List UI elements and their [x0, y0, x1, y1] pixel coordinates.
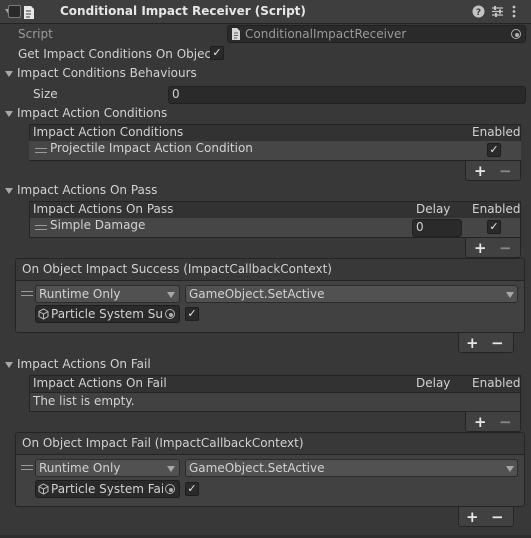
drag-handle-icon[interactable]: [21, 465, 33, 470]
success-event-title: On Object Impact Success (ImpactCallback…: [22, 262, 332, 276]
drag-handle-icon[interactable]: [35, 148, 47, 153]
cube-icon: [38, 483, 49, 495]
object-picker-icon[interactable]: [165, 309, 175, 319]
remove-button[interactable]: −: [499, 164, 512, 179]
foldout-icon[interactable]: [5, 71, 13, 77]
chevron-down-icon: [506, 292, 514, 298]
argument-checkbox[interactable]: ✓: [185, 307, 199, 321]
help-icon[interactable]: ?: [472, 5, 485, 18]
get-conditions-label: Get Impact Conditions On Object: [18, 47, 216, 61]
row-enabled-checkbox[interactable]: ✓: [487, 143, 501, 157]
object-picker-icon[interactable]: [165, 484, 175, 494]
drag-handle-icon[interactable]: [35, 225, 47, 230]
remove-button[interactable]: −: [499, 415, 512, 430]
column-enabled: Enabled: [472, 202, 521, 216]
row-name: Projectile Impact Action Condition: [50, 141, 253, 155]
runtime-mode-value: Runtime Only: [39, 287, 121, 301]
script-label: Script: [18, 27, 53, 41]
script-icon: [24, 6, 34, 19]
column-name: Impact Action Conditions: [33, 125, 184, 139]
add-button[interactable]: +: [466, 336, 479, 351]
chevron-down-icon: [506, 466, 514, 472]
action-conditions-label[interactable]: Impact Action Conditions: [17, 106, 167, 120]
add-button[interactable]: +: [466, 510, 479, 525]
argument-checkbox[interactable]: ✓: [185, 482, 199, 496]
column-name: Impact Actions On Pass: [33, 202, 174, 216]
function-value: GameObject.SetActive: [189, 287, 325, 301]
row-name: Simple Damage: [50, 218, 146, 232]
menu-icon[interactable]: [511, 5, 517, 18]
size-field[interactable]: [168, 86, 526, 104]
foldout-icon[interactable]: [5, 111, 13, 117]
conditions-behaviours-label[interactable]: Impact Conditions Behaviours: [17, 66, 197, 80]
target-object-value: Particle System Suc: [51, 307, 163, 321]
target-object-value: Particle System Fail: [51, 482, 163, 496]
runtime-mode-value: Runtime Only: [39, 461, 121, 475]
add-button[interactable]: +: [474, 164, 487, 179]
drag-handle-icon[interactable]: [21, 291, 33, 296]
script-value: ConditionalImpactReceiver: [245, 27, 407, 41]
object-picker-icon[interactable]: [511, 29, 521, 39]
svg-text:?: ?: [476, 8, 481, 18]
column-delay: Delay: [416, 202, 451, 216]
size-label: Size: [33, 87, 58, 101]
remove-button[interactable]: −: [499, 241, 512, 256]
fail-event-title: On Object Impact Fail (ImpactCallbackCon…: [22, 436, 304, 450]
script-file-icon: [232, 28, 240, 40]
size-value: 0: [172, 87, 180, 101]
delay-value: 0: [416, 220, 424, 234]
get-conditions-checkbox[interactable]: ✓: [210, 46, 224, 60]
row-enabled-checkbox[interactable]: ✓: [487, 220, 501, 234]
foldout-icon[interactable]: [5, 188, 13, 194]
actions-on-fail-label[interactable]: Impact Actions On Fail: [17, 357, 151, 371]
actions-on-pass-label[interactable]: Impact Actions On Pass: [17, 183, 157, 197]
component-title: Conditional Impact Receiver (Script): [60, 4, 306, 18]
component-enabled-checkbox[interactable]: [8, 5, 21, 18]
column-name: Impact Actions On Fail: [33, 376, 167, 390]
column-delay: Delay: [416, 376, 451, 390]
remove-button[interactable]: −: [491, 510, 504, 525]
function-value: GameObject.SetActive: [189, 461, 325, 475]
remove-button[interactable]: −: [491, 336, 504, 351]
foldout-icon[interactable]: [5, 362, 13, 368]
add-button[interactable]: +: [474, 415, 487, 430]
add-button[interactable]: +: [474, 241, 487, 256]
chevron-down-icon: [167, 466, 175, 472]
cube-icon: [38, 308, 49, 320]
empty-list-text: The list is empty.: [33, 394, 135, 408]
column-enabled: Enabled: [472, 125, 521, 139]
column-enabled: Enabled: [472, 376, 521, 390]
presets-icon[interactable]: [491, 5, 504, 18]
chevron-down-icon: [167, 292, 175, 298]
